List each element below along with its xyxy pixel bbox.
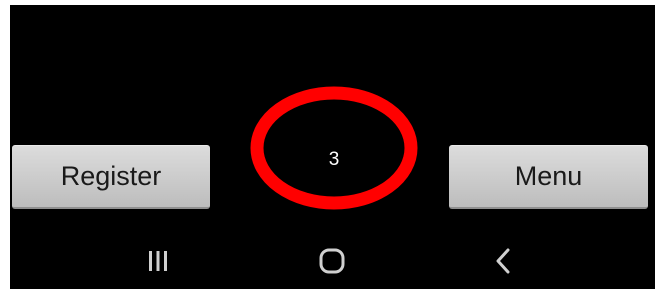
counter-value: 3 — [328, 149, 340, 170]
app-screen: Register 3 Menu — [10, 5, 655, 289]
recents-icon[interactable] — [138, 246, 178, 276]
red-circle-highlight — [250, 86, 418, 210]
menu-button[interactable]: Menu — [449, 145, 648, 209]
counter-indicator: 3 — [250, 86, 418, 210]
back-icon[interactable] — [483, 246, 523, 276]
home-icon[interactable] — [312, 246, 352, 276]
system-navigation-bar — [10, 238, 655, 284]
register-button[interactable]: Register — [12, 145, 210, 209]
